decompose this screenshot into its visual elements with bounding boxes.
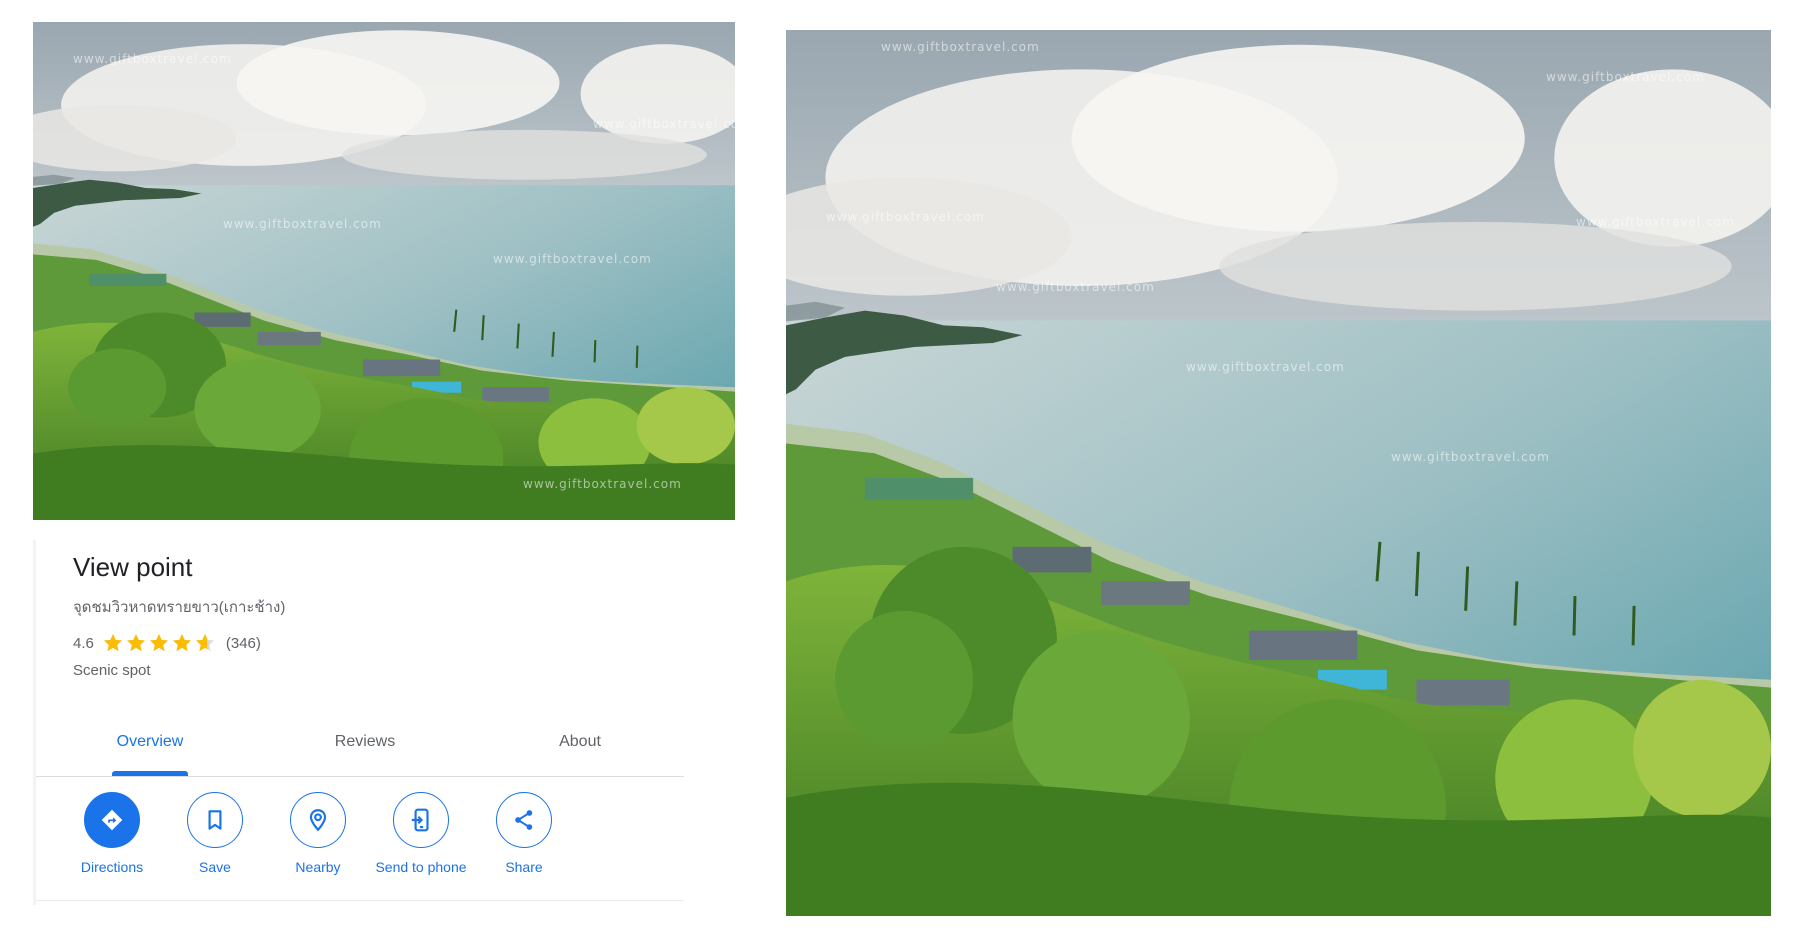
place-category[interactable]: Scenic spot	[73, 662, 151, 679]
share-icon	[496, 792, 552, 848]
action-bar: Directions Save Nearby Send to phone Sha…	[33, 792, 685, 892]
place-subtitle: จุดชมวิวหาดทรายขาว(เกาะช้าง)	[73, 599, 286, 616]
send-to-phone-label: Send to phone	[375, 859, 467, 875]
share-button[interactable]: Share	[464, 792, 584, 875]
watermark: www.giftboxtravel.com	[1186, 360, 1345, 374]
place-title: View point	[73, 552, 193, 582]
star-icon	[149, 634, 168, 652]
save-button[interactable]: Save	[155, 792, 275, 875]
directions-label: Directions	[80, 859, 144, 875]
watermark: www.giftboxtravel.com	[523, 477, 682, 491]
send-to-phone-icon	[393, 792, 449, 848]
star-rating	[102, 632, 216, 654]
review-count[interactable]: (346)	[226, 635, 261, 652]
tab-reviews[interactable]: Reviews	[257, 708, 473, 776]
watermark: www.giftboxtravel.com	[826, 210, 985, 224]
watermark: www.giftboxtravel.com	[1546, 70, 1705, 84]
star-icon	[103, 634, 122, 652]
divider	[36, 776, 684, 777]
bookmark-icon	[187, 792, 243, 848]
tab-about[interactable]: About	[472, 708, 688, 776]
watermark: www.giftboxtravel.com	[593, 117, 735, 131]
rating-row: 4.6 (346)	[73, 631, 261, 655]
share-label: Share	[505, 859, 543, 875]
divider	[36, 900, 684, 901]
watermark: www.giftboxtravel.com	[223, 217, 382, 231]
tab-overview[interactable]: Overview	[42, 708, 258, 776]
watermark: www.giftboxtravel.com	[1576, 215, 1735, 229]
watermark: www.giftboxtravel.com	[493, 252, 652, 266]
star-icon	[195, 634, 214, 652]
save-label: Save	[199, 859, 231, 875]
nearby-label: Nearby	[295, 859, 341, 875]
place-photo-large: www.giftboxtravel.com www.giftboxtravel.…	[786, 30, 1771, 916]
send-to-phone-button[interactable]: Send to phone	[361, 792, 481, 875]
watermark: www.giftboxtravel.com	[73, 52, 232, 66]
watermark: www.giftboxtravel.com	[1391, 450, 1550, 464]
watermark: www.giftboxtravel.com	[881, 40, 1040, 54]
star-icon	[172, 634, 191, 652]
nearby-icon	[290, 792, 346, 848]
place-card: View point จุดชมวิวหาดทรายขาว(เกาะช้าง) …	[33, 530, 685, 905]
directions-icon	[84, 792, 140, 848]
star-icon	[126, 634, 145, 652]
landscape-photo	[786, 30, 1771, 916]
directions-button[interactable]: Directions	[52, 792, 172, 875]
rating-value: 4.6	[73, 634, 94, 652]
place-photo-thumbnail[interactable]: www.giftboxtravel.com www.giftboxtravel.…	[33, 22, 735, 520]
nearby-button[interactable]: Nearby	[258, 792, 378, 875]
watermark: www.giftboxtravel.com	[996, 280, 1155, 294]
tab-bar: Overview Reviews About	[36, 708, 684, 778]
landscape-photo	[33, 22, 735, 520]
